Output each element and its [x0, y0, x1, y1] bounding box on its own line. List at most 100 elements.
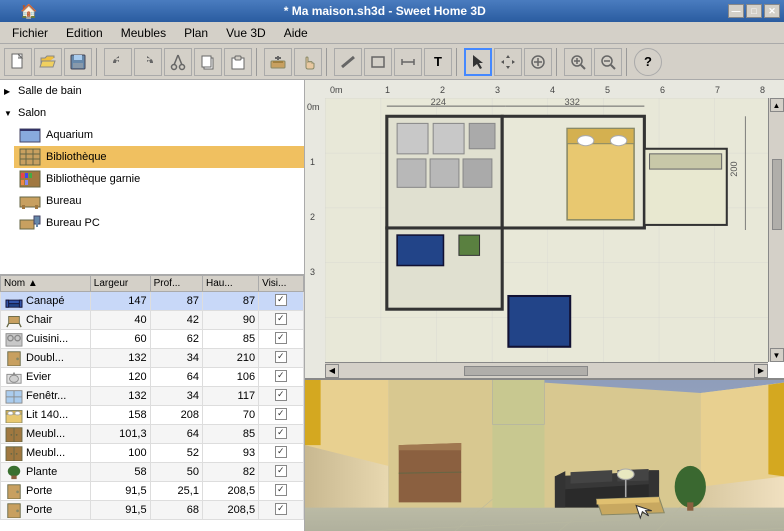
table-row[interactable]: Porte 91,5 25,1 208,5 [1, 482, 304, 501]
zoom-out-button[interactable] [594, 48, 622, 76]
visibility-checkbox[interactable] [275, 446, 287, 458]
cell-visi[interactable] [259, 368, 304, 387]
toolbar: T ? [0, 44, 784, 80]
table-row[interactable]: Fenêtr... 132 34 117 [1, 387, 304, 406]
col-header-visi[interactable]: Visi... [259, 276, 304, 292]
tree-item-bibliotheque-garnie[interactable]: Bibliothèque garnie [14, 168, 304, 190]
table-row[interactable]: Doubl... 132 34 210 [1, 349, 304, 368]
visibility-checkbox[interactable] [275, 427, 287, 439]
menu-meubles[interactable]: Meubles [113, 24, 174, 42]
hand-tool-button[interactable] [294, 48, 322, 76]
table-row[interactable]: Cuisini... 60 62 85 [1, 330, 304, 349]
table-row[interactable]: Plante 58 50 82 [1, 463, 304, 482]
tree-item-bibliotheque[interactable]: Bibliothèque [14, 146, 304, 168]
visibility-checkbox[interactable] [275, 351, 287, 363]
cell-name: Doubl... [1, 349, 91, 368]
svg-text:332: 332 [565, 98, 580, 107]
copy-button[interactable] [194, 48, 222, 76]
minimize-button[interactable]: — [728, 4, 744, 18]
visibility-checkbox[interactable] [275, 389, 287, 401]
zoom-all-button[interactable] [524, 48, 552, 76]
table-row[interactable]: Porte 91,5 68 208,5 [1, 501, 304, 520]
select-button[interactable] [464, 48, 492, 76]
col-header-largeur[interactable]: Largeur [90, 276, 150, 292]
cell-visi[interactable] [259, 330, 304, 349]
floor-plan[interactable]: 0m 1 2 3 4 5 6 7 8 0m 1 2 3 [305, 80, 784, 380]
paste-button[interactable] [224, 48, 252, 76]
cell-prof: 64 [150, 368, 202, 387]
visibility-checkbox[interactable] [275, 332, 287, 344]
visibility-checkbox[interactable] [275, 294, 287, 306]
cell-visi[interactable] [259, 444, 304, 463]
cell-largeur: 132 [90, 349, 150, 368]
col-header-haut[interactable]: Hau... [202, 276, 258, 292]
menu-plan[interactable]: Plan [176, 24, 216, 42]
text-button[interactable]: T [424, 48, 452, 76]
col-header-nom[interactable]: Nom ▲ [1, 276, 91, 292]
tree-item-salle-bain[interactable]: ▶ Salle de bain [0, 80, 304, 102]
cut-button[interactable] [164, 48, 192, 76]
table-row[interactable]: Canapé 147 87 87 [1, 292, 304, 311]
scroll-thumb-h[interactable] [464, 366, 589, 376]
visibility-checkbox[interactable] [275, 313, 287, 325]
redo-button[interactable] [134, 48, 162, 76]
cell-visi[interactable] [259, 463, 304, 482]
menu-vue3d[interactable]: Vue 3D [218, 24, 274, 42]
tree-item-bureau-pc[interactable]: Bureau PC [14, 212, 304, 234]
tree-item-bureau[interactable]: Bureau [14, 190, 304, 212]
undo-button[interactable] [104, 48, 132, 76]
wall-button[interactable] [334, 48, 362, 76]
visibility-checkbox[interactable] [275, 465, 287, 477]
table-row[interactable]: Evier 120 64 106 [1, 368, 304, 387]
cell-visi[interactable] [259, 349, 304, 368]
menu-aide[interactable]: Aide [276, 24, 316, 42]
plan-scrollbar-vertical[interactable]: ▲ ▼ [768, 98, 784, 362]
scroll-right-btn[interactable]: ▶ [754, 364, 768, 378]
visibility-checkbox[interactable] [275, 408, 287, 420]
cell-visi[interactable] [259, 406, 304, 425]
cell-name: Canapé [1, 292, 91, 311]
close-button[interactable]: ✕ [764, 4, 780, 18]
bureau-pc-icon [18, 213, 42, 233]
scroll-up-btn[interactable]: ▲ [770, 98, 784, 112]
add-furniture-button[interactable] [264, 48, 292, 76]
cell-largeur: 101,3 [90, 425, 150, 444]
zoom-in-button[interactable] [564, 48, 592, 76]
visibility-checkbox[interactable] [275, 503, 287, 515]
pan-button[interactable] [494, 48, 522, 76]
help-button[interactable]: ? [634, 48, 662, 76]
scroll-down-btn[interactable]: ▼ [770, 348, 784, 362]
dimension-button[interactable] [394, 48, 422, 76]
save-button[interactable] [64, 48, 92, 76]
open-button[interactable] [34, 48, 62, 76]
menu-edition[interactable]: Edition [58, 24, 111, 42]
menu-fichier[interactable]: Fichier [4, 24, 56, 42]
cell-visi[interactable] [259, 501, 304, 520]
plan-canvas[interactable]: 224 332 [325, 98, 768, 362]
scroll-left-btn[interactable]: ◀ [325, 364, 339, 378]
table-row[interactable]: Lit 140... 158 208 70 [1, 406, 304, 425]
table-row[interactable]: Chair 40 42 90 [1, 311, 304, 330]
visibility-checkbox[interactable] [275, 484, 287, 496]
cell-haut: 208,5 [202, 482, 258, 501]
room-button[interactable] [364, 48, 392, 76]
cell-visi[interactable] [259, 482, 304, 501]
cell-visi[interactable] [259, 311, 304, 330]
new-button[interactable] [4, 48, 32, 76]
cell-visi[interactable] [259, 387, 304, 406]
scroll-thumb-v[interactable] [772, 159, 782, 230]
cell-visi[interactable] [259, 292, 304, 311]
col-header-prof[interactable]: Prof... [150, 276, 202, 292]
table-row[interactable]: Meubl... 101,3 64 85 [1, 425, 304, 444]
maximize-button[interactable]: □ [746, 4, 762, 18]
tree-item-aquarium[interactable]: Aquarium [14, 124, 304, 146]
svg-text:3: 3 [310, 267, 315, 277]
properties-table[interactable]: Nom ▲ Largeur Prof... Hau... Visi... Can… [0, 275, 304, 531]
furniture-tree[interactable]: ▶ Salle de bain ▼ Salon Aquarium Biblio [0, 80, 304, 275]
table-row[interactable]: Meubl... 100 52 93 [1, 444, 304, 463]
tree-item-salon[interactable]: ▼ Salon [0, 102, 304, 124]
plan-scrollbar-horizontal[interactable]: ◀ ▶ [325, 362, 768, 378]
visibility-checkbox[interactable] [275, 370, 287, 382]
cell-visi[interactable] [259, 425, 304, 444]
svg-text:0m: 0m [307, 102, 320, 112]
